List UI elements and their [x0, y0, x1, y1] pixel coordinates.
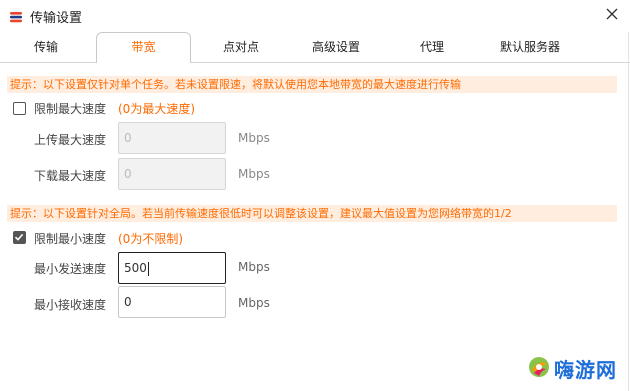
- app-logo-icon: [9, 9, 23, 23]
- tab-divider: [0, 62, 630, 63]
- close-button[interactable]: [602, 4, 622, 24]
- upload-max-unit: Mbps: [238, 131, 270, 145]
- limit-max-speed-checkbox[interactable]: [13, 102, 26, 115]
- close-icon: [606, 8, 618, 20]
- download-max-unit: Mbps: [238, 167, 270, 181]
- watermark: 嗨游网: [527, 354, 627, 382]
- limit-min-speed-checkbox[interactable]: [13, 231, 26, 244]
- text-caret: [147, 261, 149, 276]
- window-border: [628, 32, 629, 391]
- tab-advanced[interactable]: 高级设置: [302, 32, 370, 63]
- watermark-text: 嗨游网: [554, 358, 617, 382]
- min-send-value: 500: [124, 261, 147, 275]
- tab-default-server[interactable]: 默认服务器: [490, 32, 570, 63]
- min-send-input[interactable]: 500: [118, 252, 226, 284]
- watermark-logo-icon: [527, 355, 551, 379]
- download-max-input[interactable]: 0: [118, 158, 226, 190]
- checkmark-icon: [14, 233, 24, 241]
- title-bar: 传输设置: [0, 0, 630, 32]
- limit-max-speed-label: 限制最大速度: [34, 102, 107, 116]
- max-speed-note: (0为最大速度): [118, 102, 195, 116]
- min-receive-label: 最小接收速度: [34, 298, 107, 312]
- min-speed-note: (0为不限制): [118, 232, 183, 246]
- min-receive-input[interactable]: 0: [118, 286, 226, 318]
- max-speed-hint: 提示：以下设置仅针对单个任务。若未设置限速，将默认使用您本地带宽的最大速度进行传…: [7, 76, 617, 93]
- tab-p2p[interactable]: 点对点: [212, 32, 270, 63]
- upload-max-input[interactable]: 0: [118, 122, 226, 154]
- min-speed-hint: 提示：以下设置针对全局。若当前传输速度很低时可以调整该设置，建议最大值设置为您网…: [7, 205, 617, 222]
- upload-max-label: 上传最大速度: [34, 133, 107, 147]
- limit-min-speed-label: 限制最小速度: [34, 232, 107, 246]
- min-send-unit: Mbps: [238, 260, 270, 274]
- min-receive-unit: Mbps: [238, 296, 270, 310]
- tab-proxy[interactable]: 代理: [410, 32, 454, 63]
- window-title: 传输设置: [30, 11, 83, 26]
- tab-transfer[interactable]: 传输: [20, 32, 72, 63]
- min-send-label: 最小发送速度: [34, 262, 107, 276]
- download-max-label: 下载最大速度: [34, 169, 107, 183]
- tab-bar: 传输 带宽 点对点 高级设置 代理 默认服务器: [0, 32, 630, 63]
- tab-bandwidth[interactable]: 带宽: [96, 32, 191, 63]
